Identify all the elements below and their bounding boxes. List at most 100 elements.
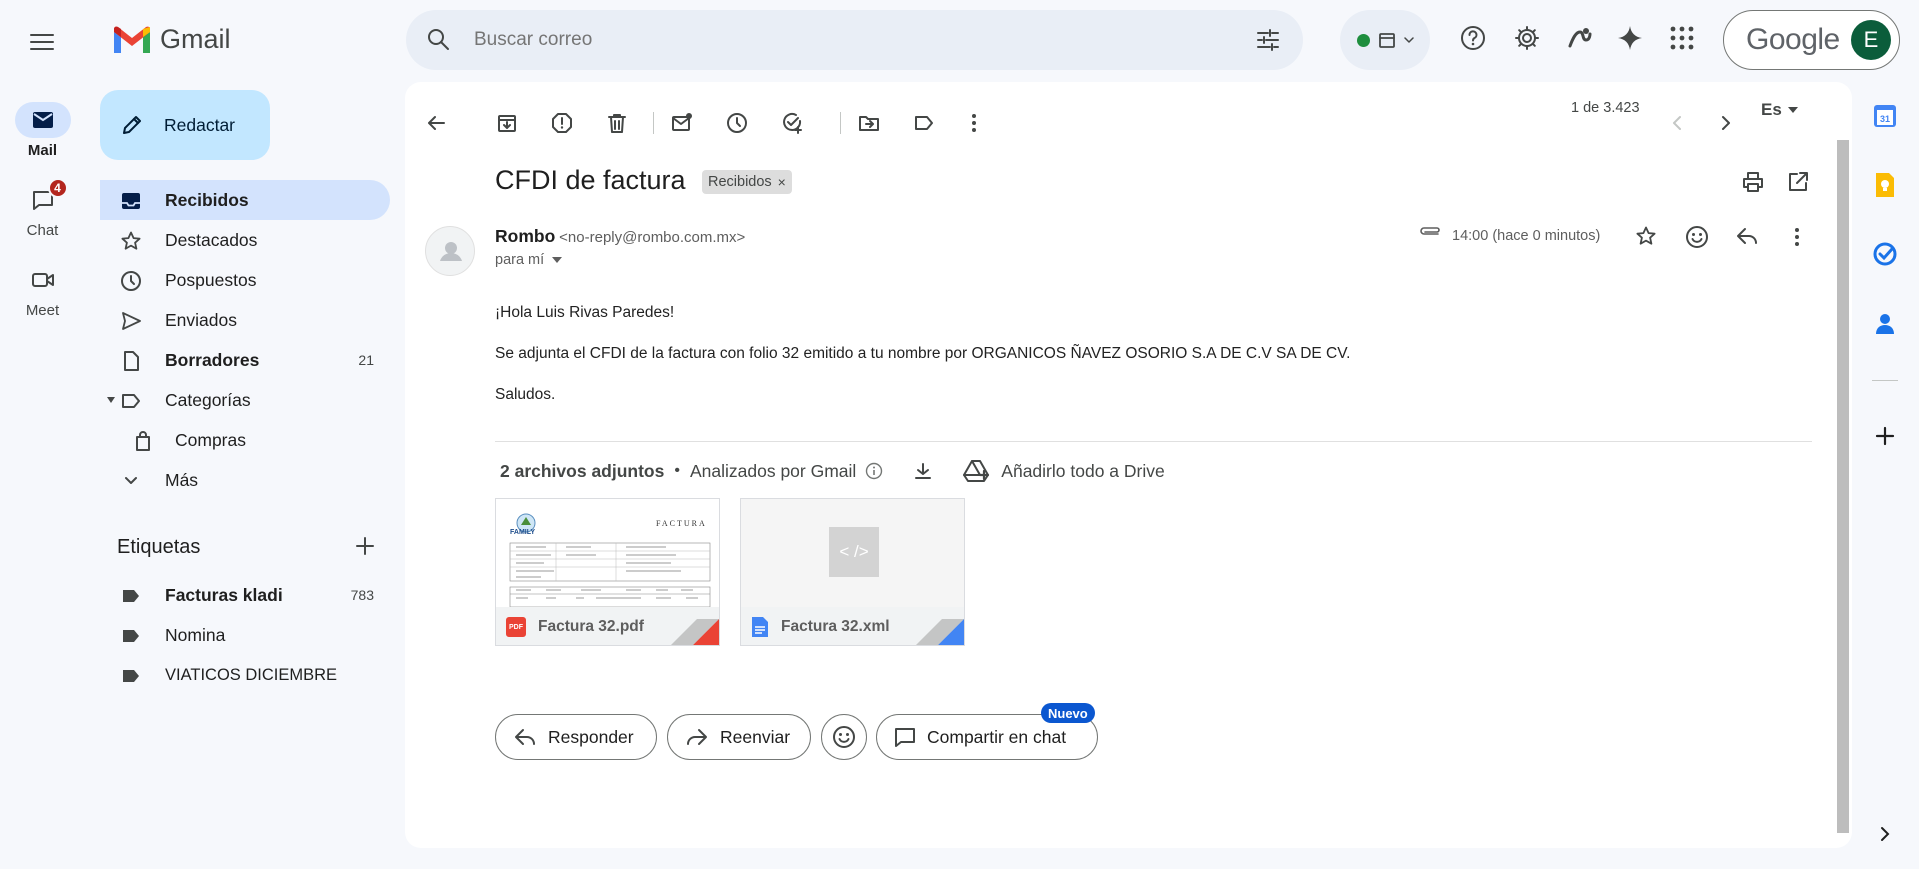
nav-more[interactable]: Más [100, 460, 390, 500]
main-menu-button[interactable] [26, 26, 58, 58]
reply-label: Responder [548, 726, 634, 747]
download-all-icon[interactable] [913, 461, 933, 481]
emoji-react-button[interactable] [1685, 225, 1709, 249]
activity-button[interactable] [1566, 24, 1594, 52]
scrollbar[interactable] [1837, 140, 1849, 833]
search-options-icon[interactable] [1255, 27, 1281, 53]
rail-chat-label: Chat [26, 222, 59, 239]
calendar-app-button[interactable]: 31 [1869, 100, 1901, 132]
settings-button[interactable] [1513, 24, 1541, 52]
archive-button[interactable] [492, 108, 522, 138]
show-side-panel-button[interactable] [1869, 818, 1901, 850]
report-spam-button[interactable] [547, 108, 577, 138]
chevron-down-icon [1403, 37, 1414, 43]
nav-purchases[interactable]: Compras [100, 420, 390, 460]
bullet-separator: • [674, 462, 680, 479]
email-subject: CFDI de factura [495, 165, 686, 195]
person-icon [440, 242, 462, 261]
open-new-window-button[interactable] [1786, 170, 1810, 194]
nav-drafts[interactable]: Borradores 21 [100, 340, 390, 380]
tasks-app-button[interactable] [1869, 238, 1901, 270]
google-tasks-icon [1873, 242, 1897, 266]
message-more-button[interactable] [1794, 227, 1800, 247]
labels-button[interactable] [909, 108, 939, 138]
gmail-logo[interactable]: Gmail [112, 24, 231, 55]
apps-button[interactable] [1670, 26, 1694, 50]
gear-icon [1515, 26, 1539, 50]
older-button[interactable] [1711, 108, 1741, 138]
delete-button[interactable] [602, 108, 632, 138]
star-button[interactable] [1635, 225, 1657, 247]
forward-label: Reenviar [720, 726, 791, 747]
email-time: 14:00 (hace 0 minutos) [1452, 228, 1601, 244]
sparkle-icon [1618, 26, 1642, 50]
reply-icon-button[interactable] [1736, 226, 1758, 246]
nav-snoozed[interactable]: Pospuestos [100, 260, 390, 300]
back-button[interactable] [421, 108, 451, 138]
forward-button[interactable]: Reenviar [667, 714, 811, 760]
status-indicator[interactable] [1340, 10, 1430, 70]
activity-icon [1568, 28, 1592, 48]
snooze-button[interactable] [722, 108, 752, 138]
attachment-name: Factura 32.xml [781, 618, 890, 635]
rail-chat[interactable]: 4 Chat [0, 178, 85, 239]
chat-bubble-icon [895, 728, 915, 747]
add-label-button[interactable] [354, 535, 376, 557]
attachment-card-xml[interactable]: < /> Factura 32.xml [740, 498, 965, 646]
pdf-preview-graphic [509, 513, 711, 607]
print-button[interactable] [1741, 170, 1765, 194]
nav-categories[interactable]: Categorías [100, 380, 390, 420]
remove-label-icon[interactable]: × [778, 174, 786, 190]
move-to-button[interactable] [854, 108, 884, 138]
input-tools-button[interactable]: Es [1761, 100, 1798, 120]
reply-button[interactable]: Responder [495, 714, 657, 760]
search-input[interactable] [474, 24, 1154, 56]
help-button[interactable] [1459, 24, 1487, 52]
chat-badge: 4 [47, 178, 68, 198]
get-addons-button[interactable] [1869, 420, 1901, 452]
chevron-down-icon [125, 477, 137, 484]
more-options-button[interactable] [959, 108, 989, 138]
sender-avatar[interactable] [425, 226, 475, 276]
newer-button[interactable] [1662, 108, 1692, 138]
sender-name[interactable]: Rombo [495, 226, 555, 246]
pdf-file-icon: PDF [506, 617, 526, 637]
email-view: 1 de 3.423 Es CFDI de factura Recibidos … [405, 82, 1852, 848]
label-chip[interactable]: Recibidos × [702, 170, 792, 194]
sender-line: Rombo <no-reply@rombo.com.mx> [495, 226, 745, 247]
nav-starred[interactable]: Destacados [100, 220, 390, 260]
arrow-back-icon [428, 116, 445, 130]
document-icon [752, 617, 768, 637]
toolbar-divider [653, 112, 654, 134]
rail-meet[interactable]: Meet [0, 262, 85, 319]
label-viaticos[interactable]: VIATICOS DICIEMBRE [100, 655, 390, 695]
rail-mail[interactable]: Mail [0, 102, 85, 159]
recipient-toggle[interactable]: para mí [495, 252, 563, 268]
nav-inbox-label: Recibidos [165, 189, 249, 210]
calendar-status-icon [1378, 33, 1395, 48]
attachment-card-pdf[interactable]: FAMILY FACTURA PDF Factura 32.pdf [495, 498, 720, 646]
nav-inbox[interactable]: Recibidos [100, 180, 390, 220]
mark-unread-button[interactable] [667, 108, 697, 138]
clock-icon [727, 113, 747, 133]
save-to-drive-link[interactable]: Añadirlo todo a Drive [1001, 461, 1164, 482]
emoji-reaction-button[interactable] [821, 714, 867, 760]
contacts-app-button[interactable] [1869, 308, 1901, 340]
gemini-button[interactable] [1616, 24, 1644, 52]
label-nomina[interactable]: Nomina [100, 615, 390, 655]
clock-icon [121, 271, 141, 291]
search-icon[interactable] [426, 27, 452, 53]
xml-preview: < /> [741, 499, 964, 607]
archive-icon [498, 115, 516, 132]
keep-app-button[interactable] [1869, 169, 1901, 201]
search-bar[interactable] [406, 10, 1303, 70]
label-facturas-kladi[interactable]: Facturas kladi 783 [100, 575, 390, 615]
compose-button[interactable]: Redactar [100, 90, 270, 160]
page-curl-icon [671, 619, 719, 645]
label-chip-text: Recibidos [708, 174, 772, 190]
info-icon[interactable] [865, 462, 883, 480]
add-task-button[interactable] [777, 108, 807, 138]
account-button[interactable]: Google E [1723, 10, 1900, 70]
nav-sent[interactable]: Enviados [100, 300, 390, 340]
google-contacts-icon [1876, 314, 1894, 334]
